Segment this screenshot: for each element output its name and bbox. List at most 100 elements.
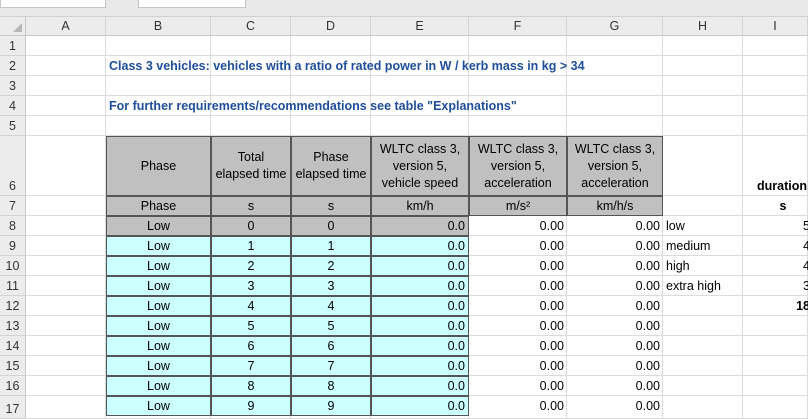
cell-phase-time[interactable]: 2 [291,256,371,276]
cell-accel-kmhs[interactable]: 0.00 [567,276,663,296]
row-header-11[interactable]: 11 [0,276,26,296]
row-header-9[interactable]: 9 [0,236,26,256]
phase-duration[interactable]: 3 [743,276,808,296]
cell-accel-ms2[interactable]: 0.00 [469,396,567,416]
phase-label[interactable]: high [663,256,743,276]
cell-phase-time[interactable]: 7 [291,356,371,376]
row-header-6[interactable]: 6 [0,136,26,196]
cell-accel-ms2[interactable]: 0.00 [469,236,567,256]
cell-phase[interactable]: Low [106,376,211,396]
phase-label[interactable]: extra high [663,276,743,296]
cell-accel-kmhs[interactable]: 0.00 [567,256,663,276]
cell-total[interactable]: 5 [211,316,291,336]
cell-accel-ms2[interactable]: 0.00 [469,216,567,236]
cell-speed[interactable]: 0.0 [371,276,469,296]
cell-speed[interactable]: 0.0 [371,396,469,416]
select-all-button[interactable] [0,17,26,36]
row-header-14[interactable]: 14 [0,336,26,356]
cell-total[interactable]: 0 [211,216,291,236]
cell-total[interactable]: 1 [211,236,291,256]
cell-total[interactable]: 6 [211,336,291,356]
cell-speed[interactable]: 0.0 [371,376,469,396]
cell-accel-kmhs[interactable]: 0.00 [567,236,663,256]
phase-duration[interactable]: 4 [743,236,808,256]
column-header-b[interactable]: B [106,17,211,36]
phase-label[interactable]: low [663,216,743,236]
cell-accel-kmhs[interactable]: 0.00 [567,396,663,416]
row-header-1[interactable]: 1 [0,36,26,56]
cell-phase-time[interactable]: 3 [291,276,371,296]
cell-phase-time[interactable]: 6 [291,336,371,356]
cell-speed[interactable]: 0.0 [371,316,469,336]
cell-phase[interactable]: Low [106,356,211,376]
cell-phase-time[interactable]: 1 [291,236,371,256]
cell-accel-kmhs[interactable]: 0.00 [567,376,663,396]
cell-speed[interactable]: 0.0 [371,336,469,356]
cell-speed[interactable]: 0.0 [371,236,469,256]
header-line: acceleration [581,175,649,190]
row-header-10[interactable]: 10 [0,256,26,276]
phase-label[interactable]: medium [663,236,743,256]
column-header-f[interactable]: F [469,17,567,36]
cell-accel-ms2[interactable]: 0.00 [469,276,567,296]
cell-speed[interactable]: 0.0 [371,216,469,236]
column-header-e[interactable]: E [371,17,469,36]
phase-duration[interactable]: 4 [743,256,808,276]
row-header-13[interactable]: 13 [0,316,26,336]
row-header-2[interactable]: 2 [0,56,26,76]
cell-speed[interactable]: 0.0 [371,296,469,316]
cell-accel-kmhs[interactable]: 0.00 [567,216,663,236]
cell-accel-kmhs[interactable]: 0.00 [567,336,663,356]
cell-total[interactable]: 9 [211,396,291,416]
row-header-8[interactable]: 8 [0,216,26,236]
column-header-i[interactable]: I [743,17,808,36]
cell-phase-time[interactable]: 8 [291,376,371,396]
cell-total[interactable]: 3 [211,276,291,296]
column-header-d[interactable]: D [291,17,371,36]
phase-duration[interactable]: 18 [743,296,808,316]
cell-phase[interactable]: Low [106,396,211,416]
sheet-tab[interactable] [138,0,246,8]
header-line: WLTC class 3, [574,141,656,156]
cell-total[interactable]: 7 [211,356,291,376]
phase-duration[interactable]: 5 [743,216,808,236]
cell-phase-time[interactable]: 5 [291,316,371,336]
cell-phase[interactable]: Low [106,336,211,356]
cell-speed[interactable]: 0.0 [371,356,469,376]
cell-accel-ms2[interactable]: 0.00 [469,376,567,396]
row-header-12[interactable]: 12 [0,296,26,316]
column-header-h[interactable]: H [663,17,743,36]
cell-accel-kmhs[interactable]: 0.00 [567,356,663,376]
row-header-3[interactable]: 3 [0,76,26,96]
cell-phase-time[interactable]: 0 [291,216,371,236]
cell-phase-time[interactable]: 9 [291,396,371,416]
sheet-tab[interactable] [0,0,106,8]
cell-phase[interactable]: Low [106,256,211,276]
cell-phase[interactable]: Low [106,276,211,296]
row-header-17[interactable]: 17 [0,396,26,419]
column-header-a[interactable]: A [26,17,106,36]
cell-phase-time[interactable]: 4 [291,296,371,316]
cell-phase[interactable]: Low [106,296,211,316]
row-header-5[interactable]: 5 [0,116,26,136]
row-header-15[interactable]: 15 [0,356,26,376]
row-header-4[interactable]: 4 [0,96,26,116]
column-header-c[interactable]: C [211,17,291,36]
cell-phase[interactable]: Low [106,316,211,336]
cell-phase[interactable]: Low [106,216,211,236]
cell-accel-kmhs[interactable]: 0.00 [567,296,663,316]
cell-accel-ms2[interactable]: 0.00 [469,336,567,356]
cell-accel-ms2[interactable]: 0.00 [469,316,567,336]
cell-phase[interactable]: Low [106,236,211,256]
column-header-g[interactable]: G [567,17,663,36]
cell-accel-ms2[interactable]: 0.00 [469,296,567,316]
row-header-16[interactable]: 16 [0,376,26,396]
cell-accel-kmhs[interactable]: 0.00 [567,316,663,336]
cell-speed[interactable]: 0.0 [371,256,469,276]
cell-accel-ms2[interactable]: 0.00 [469,356,567,376]
cell-total[interactable]: 4 [211,296,291,316]
cell-accel-ms2[interactable]: 0.00 [469,256,567,276]
cell-total[interactable]: 8 [211,376,291,396]
row-header-7[interactable]: 7 [0,196,26,216]
cell-total[interactable]: 2 [211,256,291,276]
